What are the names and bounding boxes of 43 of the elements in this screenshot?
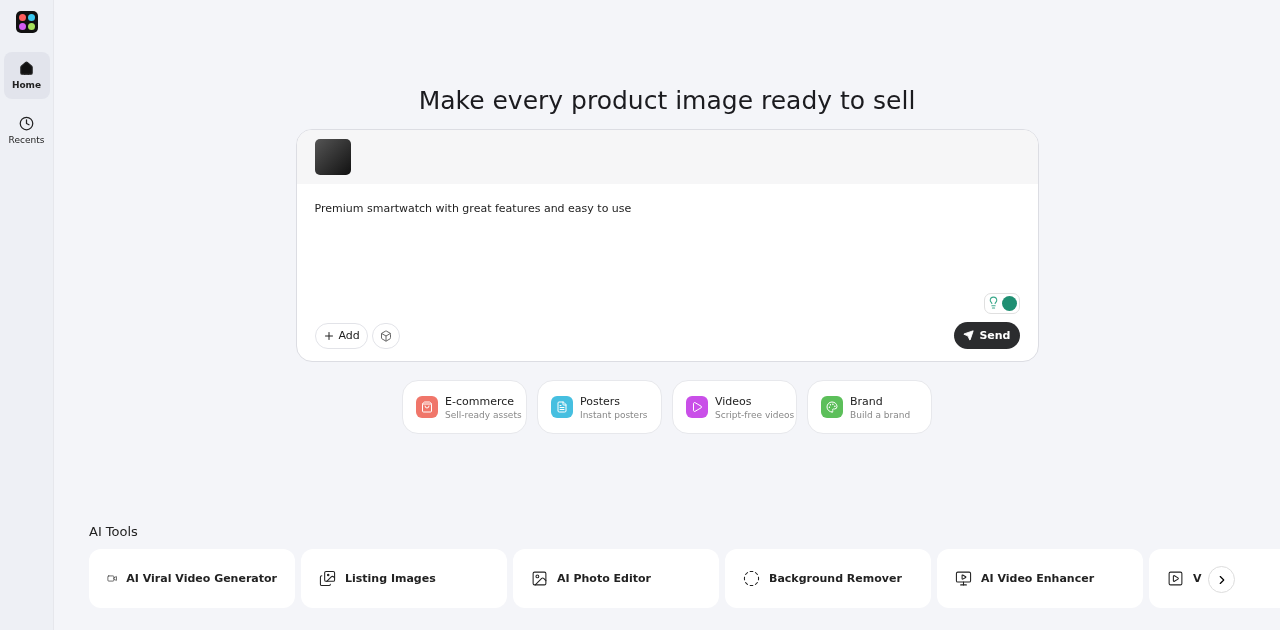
send-icon xyxy=(963,330,975,341)
tool-icon xyxy=(743,570,760,587)
send-button[interactable]: Send xyxy=(954,322,1020,349)
category-glyph-icon xyxy=(826,401,838,413)
category-glyph-icon xyxy=(556,401,568,413)
sidebar-item[interactable]: Recents xyxy=(3,107,50,154)
plus-icon xyxy=(322,329,335,342)
tool-icon xyxy=(531,570,548,587)
cube-icon xyxy=(379,329,392,342)
tool-icon xyxy=(319,570,336,587)
category-subtitle: Sell-ready assets xyxy=(445,409,522,420)
section-heading: AI Tools xyxy=(89,524,139,539)
category-button[interactable]: Brand Build a brand xyxy=(807,380,932,434)
tool-card[interactable]: Listing Images xyxy=(301,549,507,608)
category-button[interactable]: Videos Script-free videos xyxy=(672,380,797,434)
tool-card[interactable]: AI Photo Editor xyxy=(513,549,719,608)
page-heading: Make every product image ready to sell xyxy=(418,86,916,115)
tool-card[interactable]: V xyxy=(1149,549,1280,608)
tool-card[interactable]: Background Remover xyxy=(725,549,931,608)
clock-icon xyxy=(19,116,34,131)
category-subtitle: Build a brand xyxy=(850,409,911,420)
prompt-input[interactable]: Premium smartwatch with great features and easy to use xyxy=(314,202,1020,293)
app-logo[interactable] xyxy=(15,11,38,33)
tool-card[interactable]: AI Video Enhancer xyxy=(937,549,1143,608)
tool-icon xyxy=(955,570,972,587)
add-button[interactable]: Add xyxy=(314,322,368,349)
category-subtitle: Instant posters xyxy=(580,409,648,420)
home-icon xyxy=(19,61,34,76)
category-title: Posters xyxy=(580,394,622,408)
writing-assistant-badge[interactable] xyxy=(983,293,1020,314)
category-button[interactable]: Posters Instant posters xyxy=(537,380,662,434)
category-subtitle: Script-free videos xyxy=(715,409,795,420)
tool-icon xyxy=(1167,570,1184,587)
tool-card[interactable]: AI Viral Video Generator xyxy=(89,549,295,608)
category-title: Brand xyxy=(850,394,884,408)
category-button[interactable]: E-commerce Sell-ready assets xyxy=(402,380,527,434)
category-glyph-icon xyxy=(421,401,433,413)
category-title: Videos xyxy=(715,394,753,408)
category-title: E-commerce xyxy=(445,394,515,408)
cube-button[interactable] xyxy=(371,322,400,349)
category-glyph-icon xyxy=(691,401,703,413)
photo-placeholder xyxy=(314,139,351,175)
sidebar-item[interactable]: Home xyxy=(3,52,50,99)
